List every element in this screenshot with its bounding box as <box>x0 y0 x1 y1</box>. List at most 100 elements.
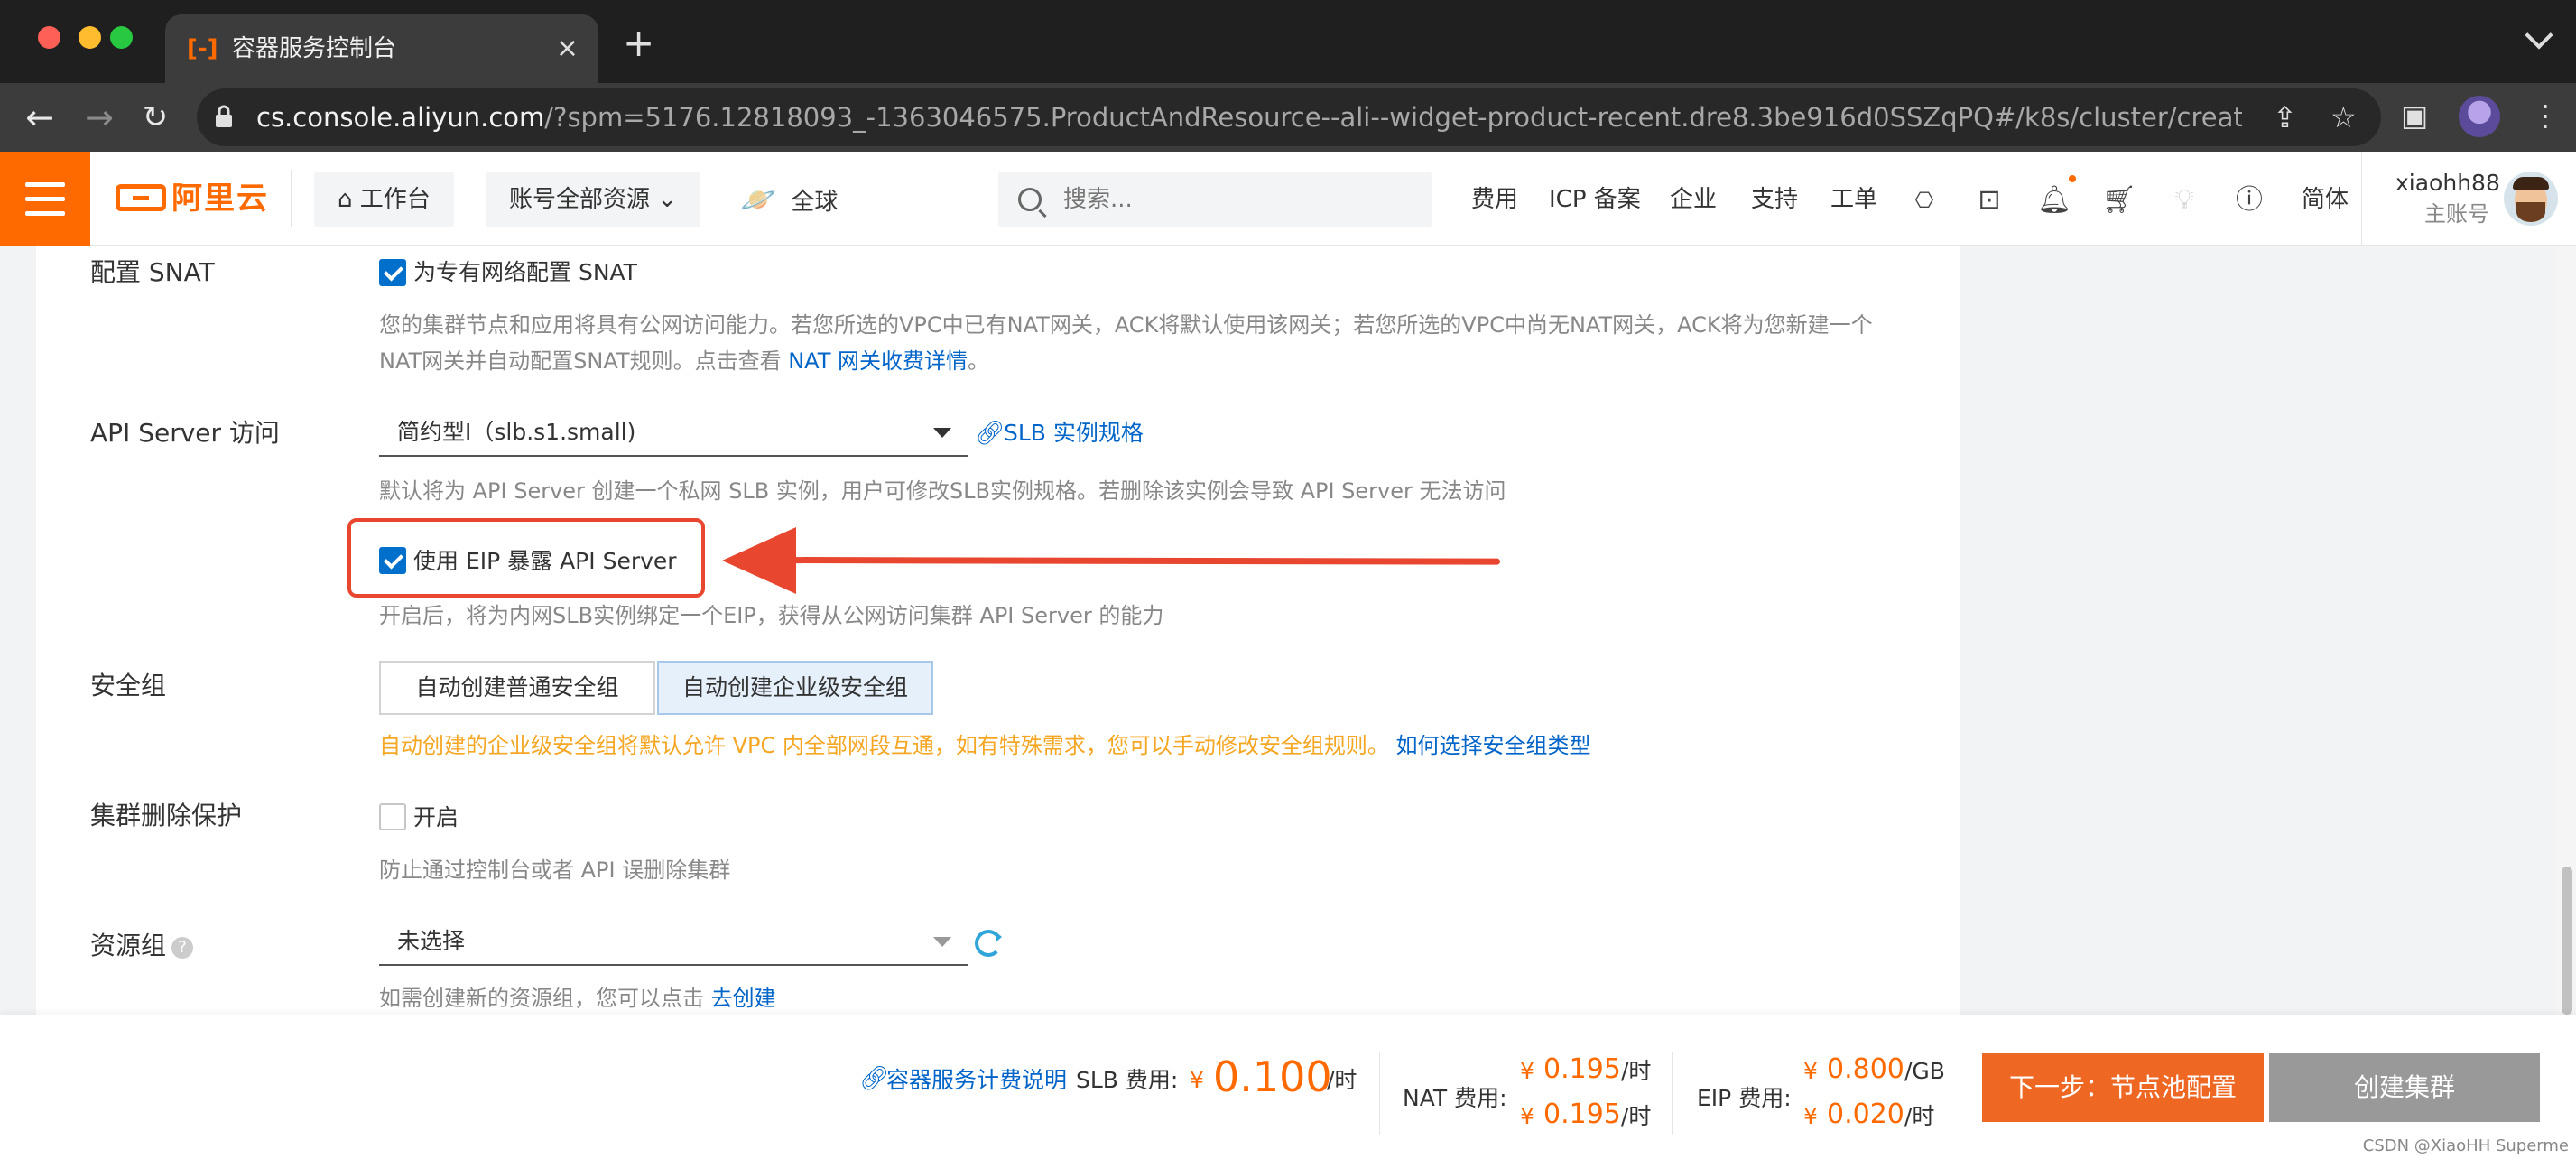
nav-link-support[interactable]: 支持 <box>1751 172 1798 227</box>
account-scope-dropdown[interactable]: 账号全部资源 ⌄ <box>486 172 701 227</box>
reload-icon[interactable]: ↻ <box>132 94 179 141</box>
resource-group-label: 资源组? <box>90 928 194 964</box>
api-icon[interactable]: ⎔ <box>1906 182 1942 218</box>
slb-currency: ¥ <box>1190 1067 1204 1093</box>
cart-icon[interactable]: 🛒︎ <box>2101 182 2137 218</box>
eip-help: 开启后，将为内网SLB实例绑定一个EIP，获得从公网访问集群 API Serve… <box>379 603 1164 628</box>
aliyun-logo[interactable]: 阿里云 <box>116 177 269 220</box>
chevron-down-icon: ⌄ <box>657 186 678 213</box>
eip-unit-2: /时 <box>1904 1103 1935 1129</box>
question-icon[interactable]: ? <box>171 937 194 959</box>
api-server-label: API Server 访问 <box>90 418 280 448</box>
bell-icon[interactable]: 🔔︎ <box>2036 182 2072 218</box>
nav-link-billing[interactable]: 费用 <box>1471 172 1518 227</box>
cluster-config-form: 配置 SNAT 为专有网络配置 SNAT 您的集群节点和应用将具有公网访问能力。… <box>36 246 1960 1015</box>
security-group-option-normal[interactable]: 自动创建普通安全组 <box>379 661 655 715</box>
user-avatar[interactable] <box>2504 172 2558 226</box>
nav-link-enterprise[interactable]: 企业 <box>1670 172 1717 227</box>
eip-currency-1: ¥ <box>1803 1058 1818 1084</box>
tab-title: 容器服务控制台 <box>232 35 397 62</box>
divider <box>1672 1052 1673 1135</box>
nat-price-1: 0.195 <box>1543 1053 1621 1085</box>
planet-icon: 🪐 <box>740 182 776 217</box>
chevron-down-icon[interactable] <box>2525 21 2553 50</box>
slb-fee-label: SLB 费用: <box>1076 1067 1179 1093</box>
aliyun-favicon-icon: [-] <box>187 35 218 62</box>
nat-fee-label: NAT 费用: <box>1403 1085 1507 1111</box>
nav-link-icp[interactable]: ICP 备案 <box>1549 172 1641 227</box>
resource-group-help: 如需创建新的资源组，您可以点击 去创建 <box>379 986 776 1011</box>
pricing-doc-link[interactable]: 容器服务计费说明 <box>886 1062 1067 1099</box>
address-bar[interactable]: cs.console.aliyun.com/?spm=5176.12818093… <box>197 88 2381 146</box>
nat-pricing-link[interactable]: NAT 网关收费详情 <box>788 348 968 374</box>
snat-checkbox-label: 为专有网络配置 SNAT <box>413 259 637 285</box>
nav-link-ticket[interactable]: 工单 <box>1830 172 1877 227</box>
browser-tab-bar: [-] 容器服务控制台 × + <box>0 0 2576 83</box>
snat-checkbox[interactable] <box>379 259 406 286</box>
new-tab-button[interactable]: + <box>623 20 654 67</box>
help-icon[interactable]: ⓘ <box>2231 182 2267 218</box>
user-name[interactable]: xiaohh88 <box>2395 168 2500 199</box>
pricing-footer: 🔗︎ 容器服务计费说明 SLB 费用: ¥ 0.100 /时 NAT 费用: ¥… <box>0 1015 2576 1159</box>
browser-menu-icon[interactable]: ⋮ <box>2531 97 2560 134</box>
bookmark-star-icon[interactable]: ☆ <box>2330 99 2357 135</box>
next-step-button[interactable]: 下一步：节点池配置 <box>1982 1053 2264 1122</box>
security-group-type-link[interactable]: 如何选择安全组类型 <box>1396 733 1591 758</box>
region-selector[interactable]: 🪐 全球 <box>740 172 838 227</box>
nat-currency-1: ¥ <box>1520 1058 1534 1084</box>
api-server-slb-select[interactable]: 简约型I（slb.s1.small) <box>379 408 968 457</box>
account-type: 主账号 <box>2424 201 2489 227</box>
back-icon[interactable]: ← <box>16 94 63 141</box>
scrollbar-thumb[interactable] <box>2562 867 2572 1015</box>
snat-help-line-2: NAT网关并自动配置SNAT规则。点击查看 NAT 网关收费详情。 <box>379 348 990 374</box>
lightbulb-icon[interactable]: 💡︎ <box>2166 182 2202 218</box>
workbench-button[interactable]: ⌂ 工作台 <box>314 172 454 227</box>
browser-toolbar: ← → ↻ cs.console.aliyun.com/?spm=5176.12… <box>0 83 2576 152</box>
browser-tab[interactable]: [-] 容器服务控制台 × <box>165 14 598 83</box>
share-icon[interactable]: ⇪ <box>2273 99 2297 135</box>
minimize-window-button[interactable] <box>79 26 101 49</box>
maximize-window-button[interactable] <box>110 26 133 49</box>
link-icon: 🔗︎ <box>859 1065 890 1092</box>
deletion-protection-checkbox[interactable] <box>379 803 406 830</box>
language-selector[interactable]: 简体 <box>2302 172 2349 227</box>
caret-down-icon <box>933 937 951 947</box>
nat-price-2: 0.195 <box>1543 1099 1621 1130</box>
search-input[interactable] <box>998 172 1432 227</box>
slb-price: 0.100 <box>1213 1052 1332 1101</box>
deletion-protection-help: 防止通过控制台或者 API 误删除集群 <box>379 858 731 883</box>
create-cluster-button[interactable]: 创建集群 <box>2269 1053 2540 1122</box>
divider <box>1379 1052 1380 1135</box>
forward-icon[interactable]: → <box>76 94 123 141</box>
watermark: CSDN @XiaoHH Superme <box>2362 1136 2569 1155</box>
nat-unit-1: /时 <box>1621 1058 1652 1084</box>
refresh-icon[interactable] <box>975 930 1002 957</box>
annotation-arrow-line <box>775 557 1501 565</box>
url-text: cs.console.aliyun.com/?spm=5176.12818093… <box>256 102 2242 133</box>
divider <box>2361 152 2362 246</box>
api-server-help: 默认将为 API Server 创建一个私网 SLB 实例，用户可修改SLB实例… <box>379 478 1506 504</box>
link-icon: 🔗︎ <box>975 420 1005 447</box>
divider <box>291 170 292 227</box>
slb-spec-link[interactable]: SLB 实例规格 <box>1004 415 1144 451</box>
eip-unit-1: /GB <box>1904 1058 1945 1084</box>
annotation-highlight-box <box>347 518 705 598</box>
deletion-protection-label: 集群删除保护 <box>90 801 243 830</box>
snat-help-line-1: 您的集群节点和应用将具有公网访问能力。若您所选的VPC中已有NAT网关，ACK将… <box>379 312 1873 338</box>
terminal-icon[interactable]: ⊡ <box>1971 182 2007 218</box>
console-header: 阿里云 ⌂ 工作台 账号全部资源 ⌄ 🪐 全球 费用 ICP 备案 企业 支持 … <box>0 152 2576 246</box>
home-icon: ⌂ <box>338 186 353 213</box>
eip-currency-2: ¥ <box>1803 1103 1818 1129</box>
profile-avatar[interactable] <box>2459 96 2500 137</box>
eip-fee-label: EIP 费用: <box>1697 1085 1792 1111</box>
security-group-option-enterprise[interactable]: 自动创建企业级安全组 <box>657 661 933 715</box>
resource-group-select[interactable]: 未选择 <box>379 917 968 966</box>
menu-icon[interactable] <box>0 152 90 246</box>
aliyun-logo-icon <box>116 184 166 211</box>
close-window-button[interactable] <box>38 26 60 49</box>
close-tab-icon[interactable]: × <box>556 31 579 67</box>
security-group-warning: 自动创建的企业级安全组将默认允许 VPC 内全部网段互通，如有特殊需求，您可以手… <box>379 733 1591 758</box>
create-resource-group-link[interactable]: 去创建 <box>711 986 776 1011</box>
search-icon <box>1018 188 1042 211</box>
sidebar-toggle-icon[interactable]: ▣ <box>2401 97 2428 134</box>
